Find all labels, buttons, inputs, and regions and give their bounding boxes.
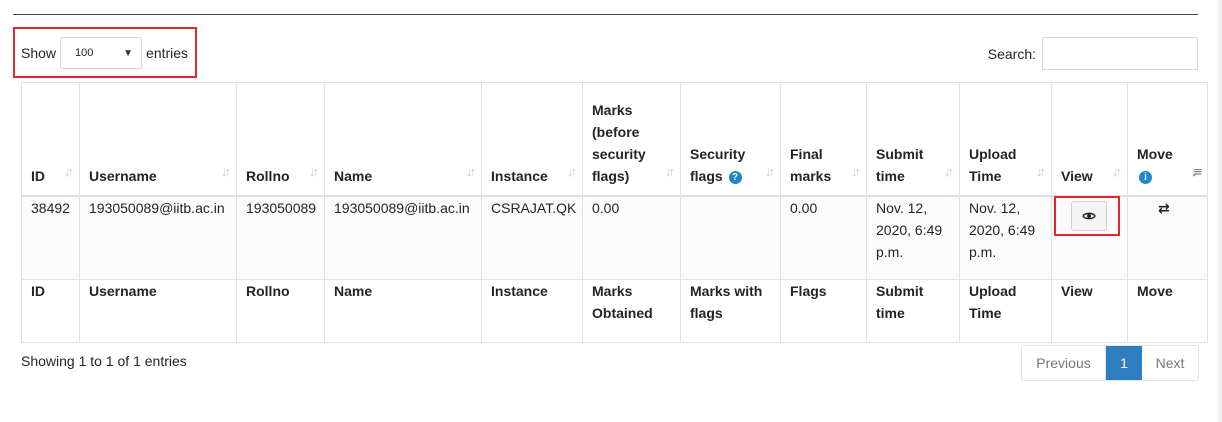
cell-marks-before: 0.00: [582, 196, 681, 280]
sort-icon: ↓↑: [1112, 164, 1122, 179]
col-footer-instance: Instance: [481, 279, 583, 343]
cell-submit-time: Nov. 12, 2020, 6:49 p.m.: [866, 196, 960, 280]
col-footer-name: Name: [324, 279, 482, 343]
col-header-marks-before[interactable]: Marks (before security flags) ↓↑: [582, 82, 681, 197]
sort-icon: ↓↑: [64, 164, 74, 179]
table-info: Showing 1 to 1 of 1 entries: [21, 353, 187, 369]
data-table: ID ↓↑ Username ↓↑ Rollno ↓↑ Name ↓↑ Instance…: [21, 82, 1208, 343]
top-divider: [13, 14, 1198, 15]
view-button[interactable]: [1071, 201, 1107, 231]
cell-name: 193050089@iitb.ac.in: [324, 196, 482, 280]
col-header-final-marks[interactable]: Final marks ↓↑: [780, 82, 867, 197]
cell-upload-time: Nov. 12, 2020, 6:49 p.m.: [959, 196, 1052, 280]
col-footer-submit-time: Submit time: [866, 279, 960, 343]
col-footer-id: ID: [21, 279, 80, 343]
col-header-name[interactable]: Name ↓↑: [324, 82, 482, 197]
table-row: 38492 193050089@iitb.ac.in 193050089 193…: [21, 196, 1208, 280]
col-header-view[interactable]: View ↓↑: [1051, 82, 1128, 197]
info-icon[interactable]: i: [1139, 170, 1152, 184]
search-label: Search:: [987, 45, 1036, 62]
move-header-label: Move: [1137, 146, 1173, 162]
sort-icon: ↓↑: [221, 164, 231, 179]
cell-id: 38492: [21, 196, 80, 280]
col-header-security-flags[interactable]: Security flags ? ↓↑: [680, 82, 781, 197]
cell-instance: CSRAJAT.QK: [481, 196, 583, 280]
col-footer-rollno: Rollno: [236, 279, 325, 343]
col-footer-move: Move: [1127, 279, 1208, 343]
search-input[interactable]: [1042, 37, 1198, 70]
cell-security-flags: [680, 196, 781, 280]
pagination: Previous 1 Next: [1021, 345, 1199, 381]
col-footer-upload-time: Upload Time: [959, 279, 1052, 343]
col-header-submit-time[interactable]: Submit time ↓↑: [866, 82, 960, 197]
col-header-id[interactable]: ID ↓↑: [21, 82, 80, 197]
page-scrollbar[interactable]: [1218, 0, 1222, 422]
sort-icon: ↓↑: [309, 164, 319, 179]
cell-rollno: 193050089: [236, 196, 325, 280]
col-footer-username: Username: [79, 279, 237, 343]
col-header-upload-time[interactable]: Upload Time ↓↑: [959, 82, 1052, 197]
transfer-icon[interactable]: ⇄: [1158, 200, 1170, 217]
sort-icon: ↓↑: [466, 164, 476, 179]
entries-length-control: Show 100 ▼ entries: [21, 37, 188, 69]
sort-icon: ↓↑: [765, 164, 775, 179]
cell-username: 193050089@iitb.ac.in: [79, 196, 237, 280]
entries-select-value: 100: [75, 47, 94, 59]
col-header-username[interactable]: Username ↓↑: [79, 82, 237, 197]
sort-icon: ↓↑: [567, 164, 577, 179]
eye-icon: [1082, 212, 1096, 220]
entries-select[interactable]: 100 ▼: [60, 37, 143, 69]
search-control: Search:: [988, 37, 1198, 70]
col-header-move[interactable]: Move i ↓≡: [1127, 82, 1208, 197]
cell-final-marks: 0.00: [780, 196, 867, 280]
sort-desc-icon: ↓≡: [1190, 164, 1202, 179]
col-footer-view: View: [1051, 279, 1128, 343]
sort-icon: ↓↑: [665, 164, 675, 179]
help-icon[interactable]: ?: [728, 170, 742, 184]
col-footer-flags: Flags: [780, 279, 867, 343]
sort-icon: ↓↑: [851, 164, 861, 179]
chevron-down-icon: ▼: [123, 47, 134, 59]
page-1-button[interactable]: 1: [1106, 346, 1142, 380]
col-header-rollno[interactable]: Rollno ↓↑: [236, 82, 325, 197]
col-header-instance[interactable]: Instance ↓↑: [481, 82, 583, 197]
sort-icon: ↓↑: [944, 164, 954, 179]
length-suffix: entries: [146, 45, 189, 61]
col-footer-marks-obtained: Marks Obtained: [582, 279, 681, 343]
sort-icon: ↓↑: [1036, 164, 1046, 179]
col-footer-marks-with-flags: Marks with flags: [680, 279, 781, 343]
length-prefix: Show: [21, 45, 57, 61]
previous-button[interactable]: Previous: [1022, 346, 1106, 380]
next-button[interactable]: Next: [1142, 346, 1198, 380]
